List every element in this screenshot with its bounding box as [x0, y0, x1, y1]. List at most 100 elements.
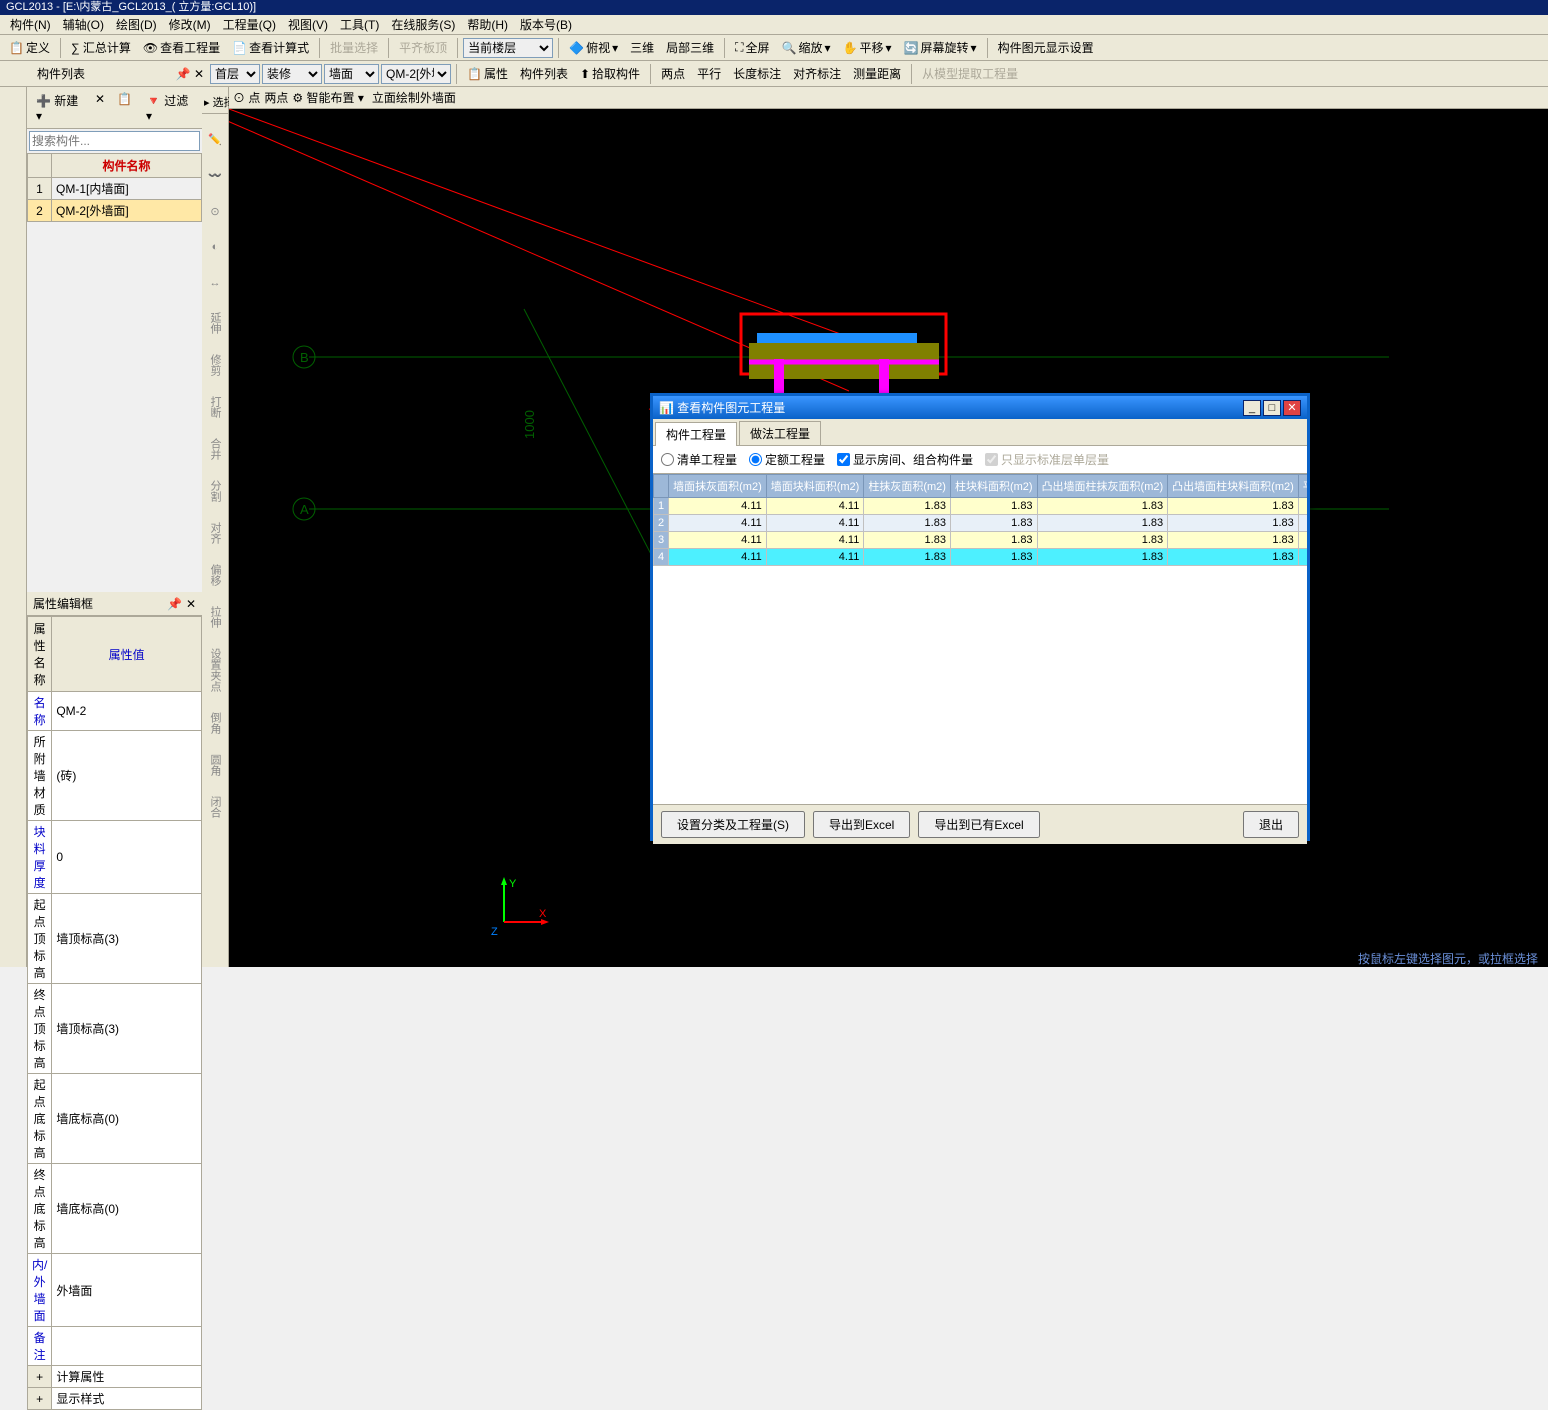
topview-button[interactable]: 🔷 俯视 ▾: [564, 36, 623, 59]
export-excel-button[interactable]: 导出到Excel: [813, 811, 910, 838]
table-row[interactable]: 2QM-2[外墙面]: [28, 200, 202, 222]
table-row[interactable]: 34.114.111.831.831.831.83: [654, 532, 1308, 549]
cat-sel[interactable]: 装修: [262, 64, 322, 84]
new-button[interactable]: ➕ 新建 ▾: [31, 90, 88, 125]
comp-sel[interactable]: QM-2[外墙: [381, 64, 451, 84]
menu-item[interactable]: 帮助(H): [461, 14, 514, 35]
tool-icon[interactable]: ◐: [204, 236, 226, 258]
svg-text:Y: Y: [509, 878, 517, 890]
pan-button[interactable]: ✋ 平移 ▾: [838, 36, 897, 59]
menu-item[interactable]: 工具(T): [334, 14, 385, 35]
menu-item[interactable]: 工程量(Q): [217, 14, 282, 35]
svg-text:1000: 1000: [522, 410, 537, 439]
svg-text:A: A: [300, 502, 309, 517]
fullscreen-button[interactable]: ⛶ 全屏: [730, 36, 774, 59]
minimize-icon[interactable]: _: [1243, 400, 1261, 416]
close-icon[interactable]: ✕: [1283, 400, 1301, 416]
pick-button[interactable]: ⬆ 拾取构件: [575, 62, 645, 85]
filter-button[interactable]: 🔻 过滤 ▾: [141, 90, 198, 125]
fillet-tool[interactable]: 圆角: [204, 750, 226, 778]
title-bar: GCL2013 - [E:\内蒙古_GCL2013_( 立方量:GCL10)]: [0, 0, 1548, 15]
menu-bar: 构件(N) 辅轴(O) 绘图(D) 修改(M) 工程量(Q) 视图(V) 工具(…: [0, 15, 1548, 35]
trim-tool[interactable]: 修剪: [204, 350, 226, 378]
table-row[interactable]: 24.114.111.831.831.831.83: [654, 515, 1308, 532]
menu-item[interactable]: 绘图(D): [110, 14, 163, 35]
batch-select-button[interactable]: 批量选择: [325, 36, 383, 59]
floor-select[interactable]: 当前楼层: [463, 38, 553, 58]
copy-icon[interactable]: 📋: [112, 90, 137, 125]
complist-button[interactable]: 构件列表: [515, 62, 573, 85]
menu-item[interactable]: 在线服务(S): [385, 14, 461, 35]
merge-tool[interactable]: 合并: [204, 434, 226, 462]
twopt-button[interactable]: 两点: [656, 62, 690, 85]
menu-item[interactable]: 辅轴(O): [57, 14, 110, 35]
svg-text:B: B: [300, 350, 309, 365]
two-pt-button[interactable]: 两点: [264, 89, 288, 106]
facade-button[interactable]: 立面绘制外墙面: [372, 89, 456, 106]
rotate-button[interactable]: 🔄 屏幕旋转 ▾: [899, 36, 982, 59]
type-sel[interactable]: 墙面: [324, 64, 379, 84]
prop-button[interactable]: 📋 属性: [462, 62, 513, 85]
sum-button[interactable]: ∑ 汇总计算: [66, 36, 136, 59]
break-tool[interactable]: 打断: [204, 392, 226, 420]
parallel-button[interactable]: 平行: [692, 62, 726, 85]
maximize-icon[interactable]: □: [1263, 400, 1281, 416]
toolbar-sub: 构件列表 📌 ✕ 首层 装修 墙面 QM-2[外墙 📋 属性 构件列表 ⬆ 拾取…: [0, 61, 1548, 87]
tool-icon[interactable]: 〰️: [204, 164, 226, 186]
measure-button[interactable]: 测量距离: [848, 62, 906, 85]
menu-item[interactable]: 修改(M): [163, 14, 217, 35]
search-input[interactable]: [29, 131, 200, 151]
define-button[interactable]: 📋 定义: [4, 36, 55, 59]
quantity-table[interactable]: 墙面抹灰面积(m2) 墙面块料面积(m2) 柱抹灰面积(m2) 柱块料面积(m2…: [653, 474, 1307, 566]
flat-top-button[interactable]: 平齐板顶: [394, 36, 452, 59]
close-icon[interactable]: ✕: [186, 597, 196, 611]
extend-tool[interactable]: 延伸: [204, 308, 226, 336]
close-icon[interactable]: ✕: [194, 67, 204, 81]
component-panel: ➕ 新建 ▾ ✕ 📋 🔻 过滤 ▾ 构件名称 1QM-1[内墙面] 2QM-2[…: [27, 87, 202, 967]
display-button[interactable]: 构件图元显示设置: [993, 36, 1099, 59]
grip-tool[interactable]: 设置夹点: [204, 644, 226, 694]
table-row[interactable]: 44.114.111.831.831.831.83: [654, 549, 1308, 566]
tool-icon[interactable]: ↔: [204, 272, 226, 294]
zoom-button[interactable]: 🔍 缩放 ▾: [777, 36, 836, 59]
table-row[interactable]: 1QM-1[内墙面]: [28, 178, 202, 200]
table-row[interactable]: 14.114.111.831.831.831.83: [654, 498, 1308, 515]
stretch-tool[interactable]: 拉伸: [204, 602, 226, 630]
pin-icon[interactable]: 📌: [176, 67, 191, 81]
menu-item[interactable]: 构件(N): [4, 14, 57, 35]
radio-quota[interactable]: 定额工程量: [749, 451, 825, 468]
comp-panel-header: 构件列表 📌 ✕: [33, 65, 208, 82]
tab-method[interactable]: 做法工程量: [739, 421, 821, 445]
chk-room[interactable]: 显示房间、组合构件量: [837, 451, 973, 468]
svg-text:Z: Z: [491, 926, 498, 937]
aligndim-button[interactable]: 对齐标注: [788, 62, 846, 85]
component-table: 构件名称 1QM-1[内墙面] 2QM-2[外墙面]: [27, 153, 202, 222]
smart-button[interactable]: ⚙ 智能布置 ▾: [292, 89, 363, 106]
extract-button[interactable]: 从模型提取工程量: [917, 62, 1023, 85]
pin-icon[interactable]: 📌: [167, 597, 182, 611]
close-tool[interactable]: 闭合: [204, 792, 226, 820]
tab-component[interactable]: 构件工程量: [655, 422, 737, 446]
radio-list[interactable]: 清单工程量: [661, 451, 737, 468]
view-formula-button[interactable]: 📄 查看计算式: [227, 36, 314, 59]
local3d-button[interactable]: 局部三维: [661, 36, 719, 59]
config-button[interactable]: 设置分类及工程量(S): [661, 811, 805, 838]
split-tool[interactable]: 分割: [204, 476, 226, 504]
dialog-title[interactable]: 📊 查看构件图元工程量 _ □ ✕: [653, 396, 1307, 419]
quantity-dialog: 📊 查看构件图元工程量 _ □ ✕ 构件工程量 做法工程量 清单工程量 定额工程…: [650, 393, 1310, 841]
export-existing-button[interactable]: 导出到已有Excel: [918, 811, 1039, 838]
offset-tool[interactable]: 偏移: [204, 560, 226, 588]
exit-button[interactable]: 退出: [1243, 811, 1299, 838]
delete-icon[interactable]: ✕: [90, 90, 110, 125]
point-button[interactable]: ⊙ 点: [233, 89, 260, 106]
align-tool[interactable]: 对齐: [204, 518, 226, 546]
floor-sel[interactable]: 首层: [210, 64, 260, 84]
tool-icon[interactable]: ✏️: [204, 128, 226, 150]
view-qty-button[interactable]: 👁 查看工程量: [138, 36, 225, 59]
lendim-button[interactable]: 长度标注: [728, 62, 786, 85]
tool-icon[interactable]: ⊙: [204, 200, 226, 222]
menu-item[interactable]: 视图(V): [282, 14, 334, 35]
3d-button[interactable]: 三维: [625, 36, 659, 59]
chamfer-tool[interactable]: 倒角: [204, 708, 226, 736]
menu-item[interactable]: 版本号(B): [514, 14, 578, 35]
